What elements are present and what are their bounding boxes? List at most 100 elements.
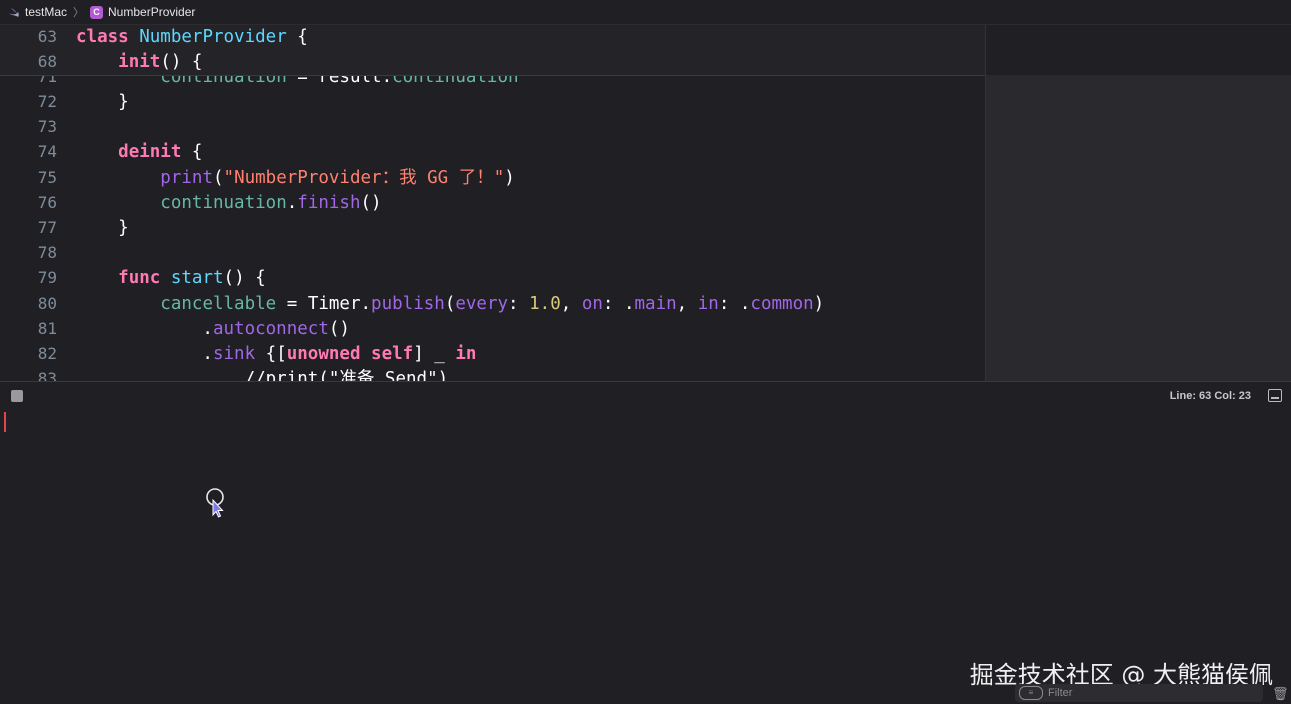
code-token: =	[276, 293, 308, 314]
code-text: continuation.finish()	[76, 191, 382, 215]
code-token: every	[455, 293, 509, 314]
code-token: :	[508, 293, 530, 314]
text-caret	[4, 412, 6, 432]
code-token: ()	[360, 192, 382, 213]
code-text: cancellable = Timer.publish(every: 1.0, …	[76, 292, 824, 316]
code-token: .	[360, 293, 372, 314]
code-token: "NumberProvider：我 GG 了！"	[223, 167, 505, 188]
code-token: print	[160, 167, 213, 188]
code-token: sink	[212, 344, 256, 364]
code-token: .	[76, 344, 213, 364]
code-token: : .	[602, 293, 635, 314]
filter-placeholder: Filter	[1048, 687, 1073, 699]
code-text: .sink {[unowned self] _ in	[76, 342, 476, 366]
line-number: 81	[37, 318, 57, 338]
code-token: {	[286, 27, 308, 47]
code-line[interactable]: 63 class NumberProvider {	[0, 25, 985, 50]
code-token: func	[118, 268, 161, 289]
code-token: init	[118, 52, 161, 72]
code-token: 1.0	[529, 293, 561, 314]
code-token: self	[371, 344, 414, 364]
code-text: init() {	[76, 50, 202, 74]
line-number: 82	[37, 344, 57, 363]
line-number: 83	[37, 369, 57, 381]
breadcrumb-project[interactable]: testMac	[25, 5, 67, 19]
code-token: {	[181, 142, 203, 163]
code-token: ,	[560, 293, 582, 314]
code-token: )	[813, 293, 825, 314]
breadcrumb-separator-icon: 〉	[73, 7, 85, 19]
filter-icon: ≡	[1019, 686, 1043, 700]
trash-icon[interactable]: 🗑	[1272, 686, 1289, 702]
code-token: }	[76, 92, 129, 112]
code-token: )	[504, 167, 515, 188]
code-text: .autoconnect()	[76, 317, 350, 341]
class-icon: C	[90, 5, 104, 19]
code-token: .	[76, 318, 213, 339]
line-number: 79	[37, 268, 57, 288]
console-filter-field[interactable]: ≡ Filter	[1015, 684, 1263, 702]
breadcrumb-file[interactable]: NumberProvider	[108, 5, 195, 19]
code-token: ] _	[413, 344, 456, 364]
code-token: common	[750, 293, 814, 314]
code-token: ()	[328, 318, 350, 339]
code-line[interactable]: 68 init() {	[0, 50, 985, 76]
line-number: 75	[37, 167, 57, 187]
code-token: in	[455, 344, 477, 364]
line-number: 68	[37, 52, 57, 71]
line-number: 80	[37, 293, 57, 313]
code-text: }	[76, 216, 129, 240]
cursor-position: Line: 63 Col: 23	[1169, 390, 1251, 402]
code-token: {[	[255, 344, 287, 364]
code-token: publish	[371, 293, 445, 314]
code-token: () {	[160, 52, 203, 72]
stop-icon[interactable]	[11, 390, 23, 402]
code-token: class	[76, 27, 129, 47]
hide-console-icon[interactable]	[1268, 389, 1282, 402]
code-token: deinit	[118, 142, 182, 163]
code-token: .	[286, 192, 298, 213]
code-token: in	[697, 293, 719, 314]
line-number: 77	[37, 218, 57, 237]
jump-bar: testMac 〉 C NumberProvider	[0, 0, 1291, 25]
code-token: () {	[223, 268, 266, 289]
code-text: class NumberProvider {	[76, 25, 308, 49]
code-token: start	[170, 268, 224, 289]
code-token: on	[581, 293, 603, 314]
code-token: autoconnect	[212, 318, 329, 339]
code-text: print("NumberProvider：我 GG 了！")	[76, 166, 515, 190]
code-text: }	[76, 90, 129, 114]
line-number: 76	[37, 192, 57, 212]
line-number: 74	[37, 142, 57, 162]
code-text: //print("准备 Send")	[76, 367, 449, 381]
code-token: cancellable	[160, 293, 277, 314]
line-number: 72	[37, 92, 57, 111]
console-area[interactable]: 掘金技术社区 @ 大熊猫侯佩 ≡ Filter 🗑	[0, 410, 1291, 704]
code-editor[interactable]: 63 class NumberProvider {68 init() {71 co…	[0, 25, 985, 381]
code-token: ,	[676, 293, 698, 314]
code-token: finish	[297, 192, 361, 213]
code-token: //print("准备 Send")	[244, 369, 449, 381]
line-number: 73	[37, 117, 57, 137]
code-token: continuation	[160, 192, 287, 213]
code-token: NumberProvider	[139, 27, 287, 47]
line-number: 63	[37, 27, 57, 46]
code-token: (	[444, 293, 456, 314]
code-token: unowned	[286, 344, 361, 364]
mouse-pointer-icon	[206, 488, 224, 518]
swift-icon	[9, 8, 19, 17]
code-token: (	[212, 167, 224, 188]
code-token: Timer	[307, 293, 361, 314]
debug-bar: Line: 63 Col: 23	[0, 381, 1291, 411]
minimap[interactable]	[985, 25, 1291, 381]
